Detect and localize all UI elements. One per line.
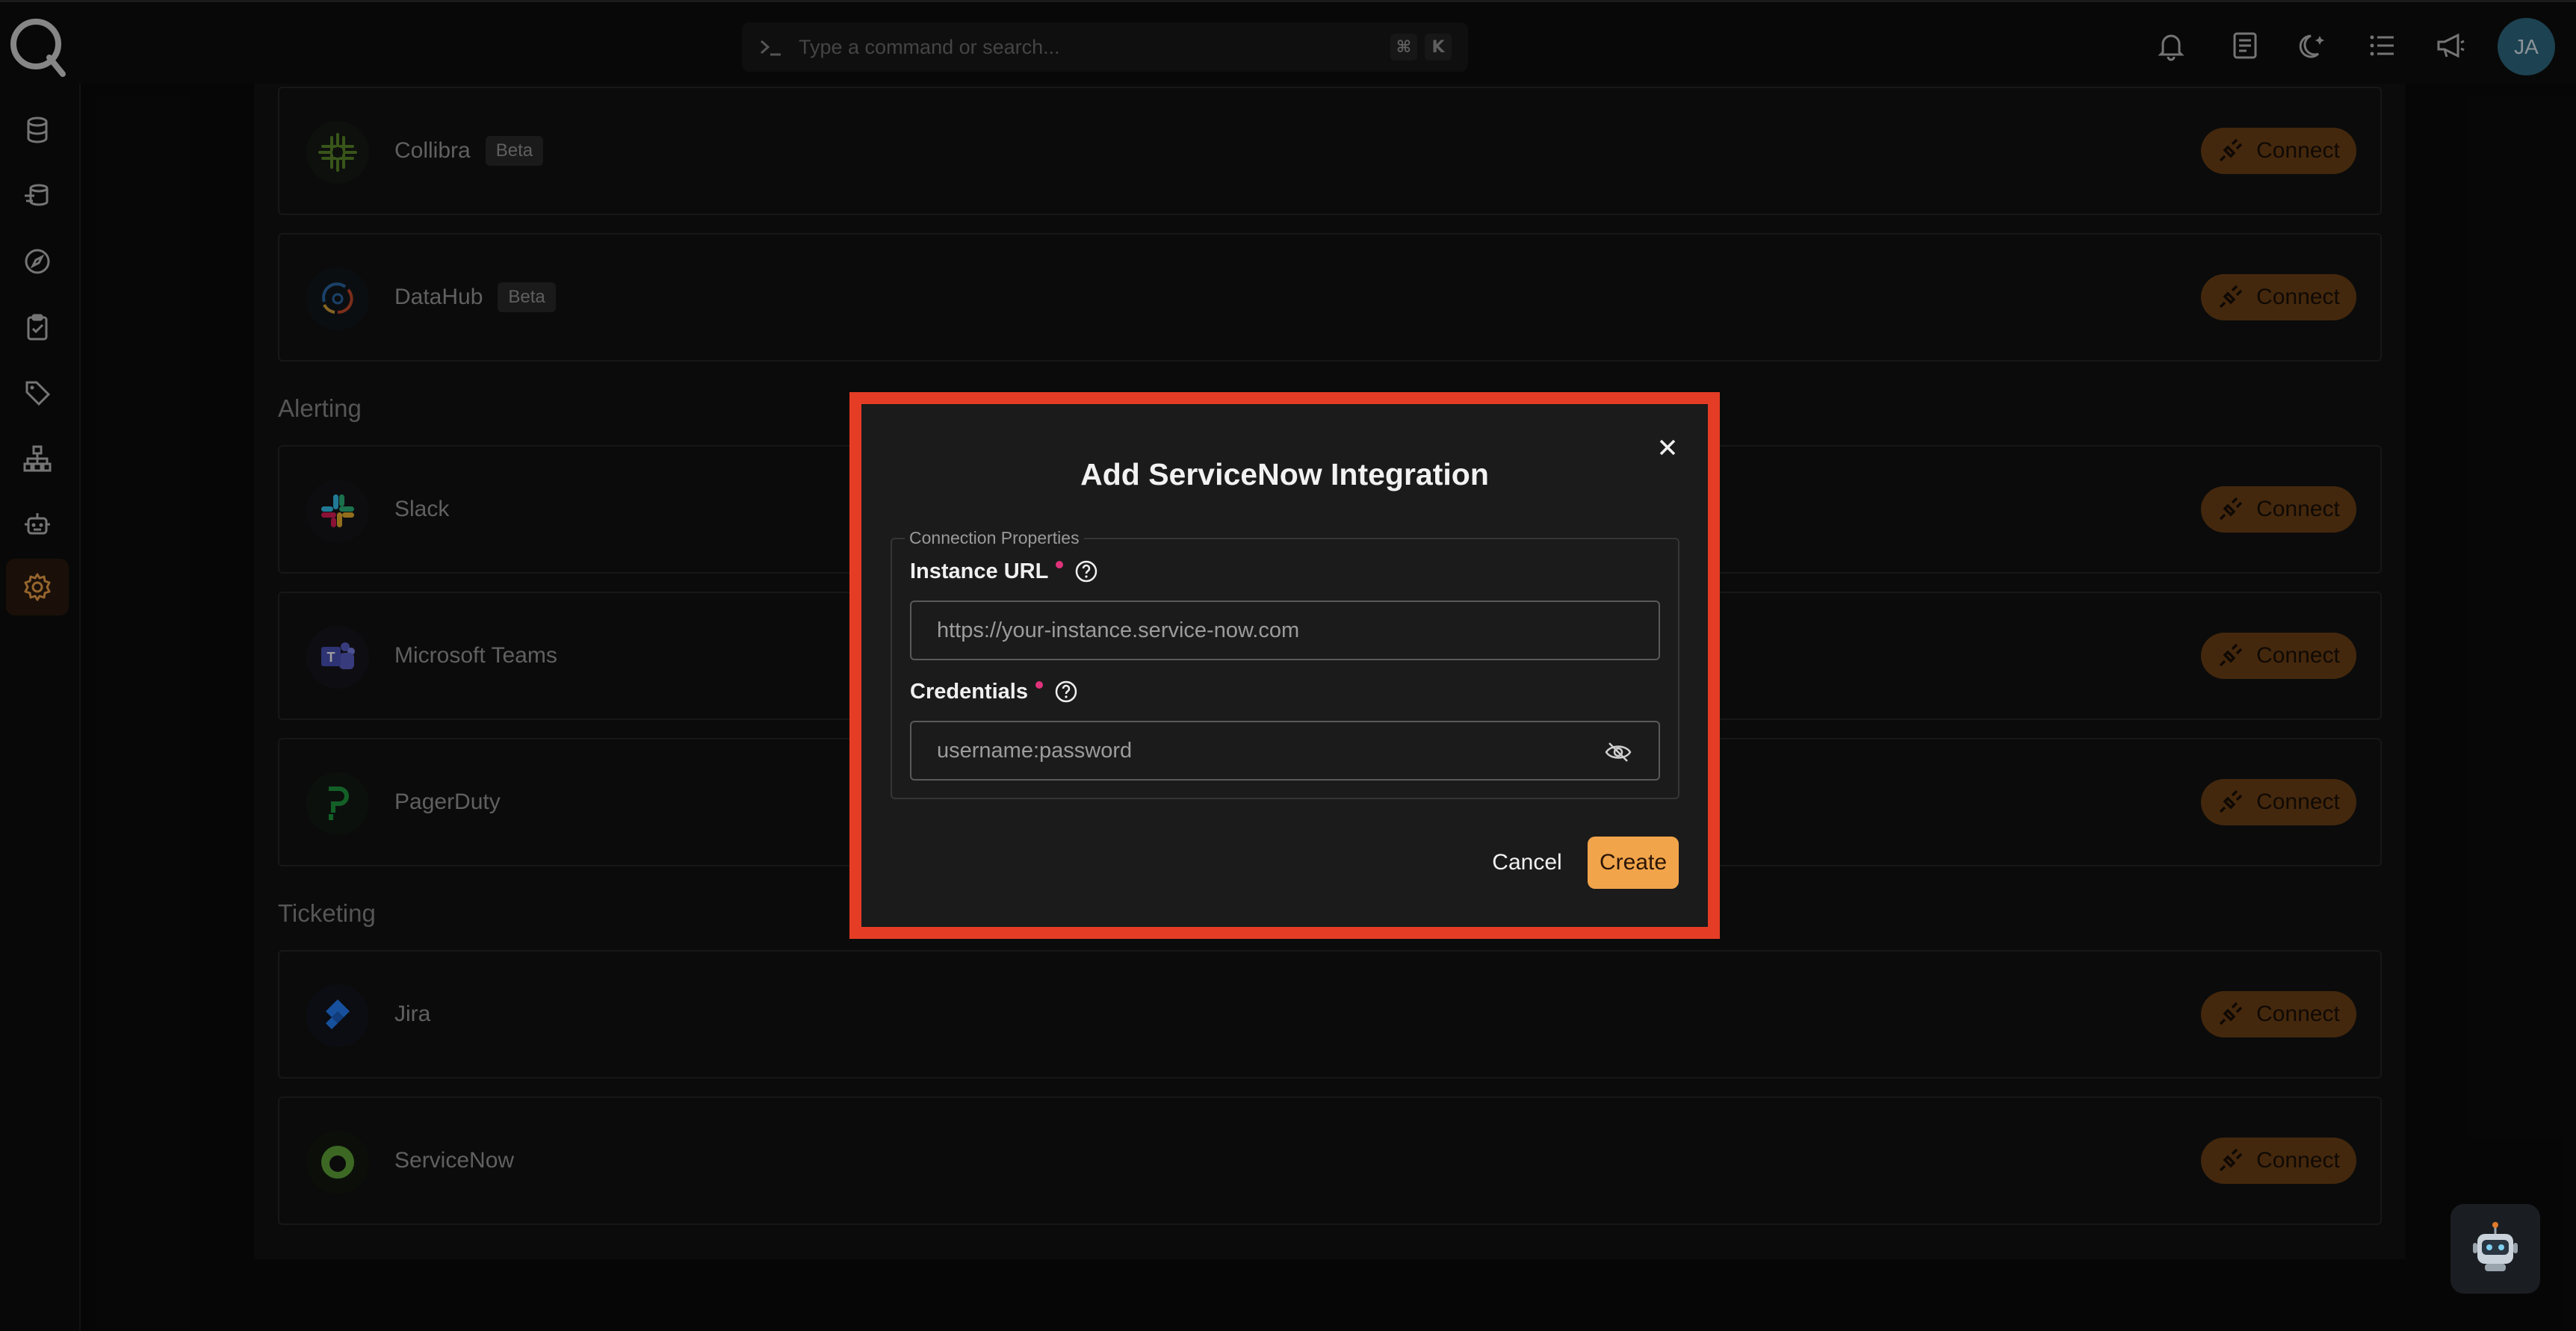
create-button[interactable]: Create: [1588, 837, 1679, 889]
required-indicator: [1056, 561, 1064, 568]
credentials-label: Credentials: [910, 679, 1079, 704]
connection-properties-legend: Connection Properties: [905, 528, 1084, 548]
required-indicator: [1035, 681, 1043, 689]
credentials-label-text: Credentials: [910, 679, 1028, 704]
instance-url-label-text: Instance URL: [910, 559, 1049, 583]
help-circle-icon[interactable]: [1074, 559, 1099, 584]
robot-icon: [2473, 1222, 2518, 1271]
instance-url-input[interactable]: https://your-instance.service-now.com: [910, 601, 1660, 660]
instance-url-placeholder: https://your-instance.service-now.com: [937, 618, 1300, 642]
eye-off-icon[interactable]: [1603, 737, 1633, 767]
instance-url-label: Instance URL: [910, 559, 1099, 584]
modal-title: Add ServiceNow Integration: [1080, 457, 1489, 491]
help-circle-icon[interactable]: [1053, 679, 1079, 704]
assistant-bot-button[interactable]: [2450, 1204, 2540, 1294]
credentials-placeholder: username:password: [937, 738, 1133, 763]
credentials-input[interactable]: username:password: [910, 721, 1660, 781]
cancel-button[interactable]: Cancel: [1482, 837, 1572, 889]
